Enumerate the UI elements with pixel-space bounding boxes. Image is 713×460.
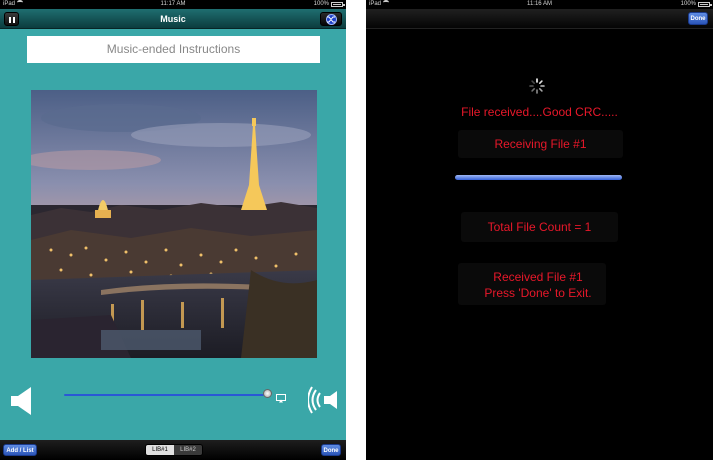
activity-spinner-icon — [529, 78, 545, 94]
battery-icon — [698, 2, 712, 7]
shuffle-button[interactable] — [320, 12, 342, 26]
lib1-segment[interactable]: LIB#1 — [146, 445, 174, 455]
status-bar: iPad 11:17 AM 100% — [0, 0, 346, 9]
battery-icon — [331, 2, 345, 7]
nav-bar: Music — [0, 9, 346, 29]
status-battery: 100% — [313, 0, 345, 9]
status-bar: iPad 11:16 AM 100% — [366, 0, 713, 9]
album-artwork — [31, 90, 317, 358]
bottom-toolbar: Add / List LIB#1 LIB#2 Done — [0, 440, 346, 460]
shuffle-icon — [325, 13, 337, 25]
volume-thumb[interactable] — [263, 389, 272, 398]
battery-percent: 100% — [680, 1, 696, 7]
volume-track — [64, 394, 264, 396]
music-screen: iPad 11:17 AM 100% Music Music-ended Ins… — [0, 0, 346, 460]
volume-slider[interactable] — [64, 388, 286, 403]
status-battery: 100% — [680, 0, 712, 9]
receiving-file-message: Receiving File #1 — [494, 137, 587, 151]
transfer-progress-bar — [455, 175, 622, 180]
total-count-message: Total File Count = 1 — [487, 220, 592, 234]
instructions-button[interactable]: Music-ended Instructions — [27, 36, 320, 63]
received-line-2: Press 'Done' to Exit. — [484, 286, 592, 300]
received-line-1: Received File #1 — [493, 270, 583, 284]
page-title: Music — [160, 14, 186, 24]
done-button[interactable]: Done — [321, 444, 341, 456]
status-time: 11:16 AM — [527, 1, 552, 7]
lib2-segment[interactable]: LIB#2 — [174, 445, 202, 455]
airplay-icon[interactable] — [276, 390, 286, 408]
nav-bar: Done — [366, 9, 713, 29]
add-list-button[interactable]: Add / List — [3, 444, 37, 456]
file-received-message: File received....Good CRC..... — [461, 105, 618, 119]
library-segmented-control: LIB#1 LIB#2 — [145, 444, 203, 456]
volume-high-icon — [307, 384, 338, 421]
done-button[interactable]: Done — [688, 12, 708, 25]
status-time: 11:17 AM — [160, 1, 186, 7]
file-transfer-screen: iPad 11:16 AM 100% Done File received...… — [366, 0, 713, 460]
volume-low-icon — [9, 385, 33, 422]
battery-percent: 100% — [313, 1, 329, 7]
received-message: Received File #1 Press 'Done' to Exit. — [448, 269, 628, 301]
